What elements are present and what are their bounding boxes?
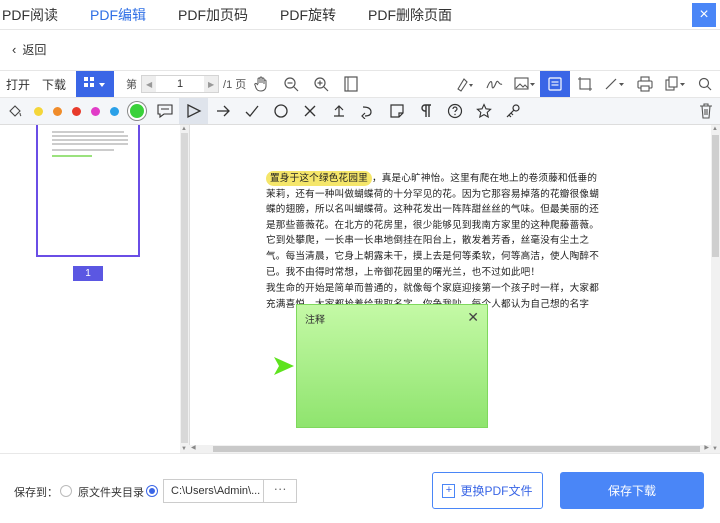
search-icon[interactable]: [690, 71, 720, 97]
sidebar-scrollbar[interactable]: ▲ ▼: [180, 125, 189, 453]
prev-page-icon[interactable]: ◀: [142, 76, 157, 92]
open-button[interactable]: 打开: [0, 76, 36, 93]
signature-icon[interactable]: [480, 71, 510, 97]
tab-pdf-page-number[interactable]: PDF加页码: [162, 0, 264, 30]
note-title: 注释: [305, 315, 325, 326]
close-icon[interactable]: ×: [692, 3, 716, 27]
color-red[interactable]: [72, 106, 81, 116]
fit-page-icon[interactable]: [336, 71, 366, 97]
main-toolbar: 打开 下载 第 ◀ 1 ▶ /1 页: [0, 70, 720, 98]
hand-tool-icon[interactable]: [246, 71, 276, 97]
color-green[interactable]: [130, 104, 144, 118]
paragraph-icon[interactable]: [411, 98, 440, 124]
copy-icon[interactable]: [660, 71, 690, 97]
scroll-left-icon[interactable]: ◀: [191, 444, 196, 451]
fill-bucket-icon[interactable]: [0, 98, 29, 124]
thumbnail-sidebar: 1: [0, 125, 180, 453]
document-scroll-thumb[interactable]: [712, 135, 719, 257]
cross-icon[interactable]: [295, 98, 324, 124]
back-label: 返回: [22, 42, 47, 57]
zoom-out-icon[interactable]: [276, 71, 306, 97]
swap-pdf-button[interactable]: + 更换PDF文件: [432, 472, 543, 509]
grid-icon: [84, 77, 106, 87]
insert-text-icon[interactable]: [324, 98, 353, 124]
annotation-tool-icon[interactable]: [540, 71, 570, 97]
pen-tool-icon[interactable]: [450, 71, 480, 97]
page-thumbnail[interactable]: [36, 125, 140, 257]
save-download-button[interactable]: 保存下载: [560, 472, 704, 509]
print-icon[interactable]: [630, 71, 660, 97]
scroll-up-icon[interactable]: ▲: [181, 126, 187, 132]
download-button[interactable]: 下载: [36, 76, 72, 93]
color-blue[interactable]: [110, 106, 119, 116]
back-button[interactable]: ‹ 返回: [0, 38, 46, 60]
tab-pdf-edit[interactable]: PDF编辑: [74, 0, 162, 30]
thumbnail-grid-button[interactable]: [76, 71, 115, 97]
chevron-left-icon: ‹: [12, 41, 17, 57]
color-orange[interactable]: [53, 106, 62, 116]
tab-pdf-read[interactable]: PDF阅读: [0, 0, 74, 30]
annotation-toolbar: [0, 98, 720, 125]
save-path-text: C:\Users\Admin\...: [171, 485, 261, 497]
scroll-down-icon[interactable]: ▼: [712, 446, 718, 452]
arrow-right-icon[interactable]: [208, 98, 237, 124]
next-page-icon[interactable]: ▶: [204, 76, 219, 92]
color-yellow[interactable]: [34, 106, 43, 116]
arrow-annotation-icon[interactable]: [273, 355, 295, 377]
line-tool-icon[interactable]: [600, 71, 630, 97]
scroll-up-icon[interactable]: ▲: [712, 126, 718, 132]
comment-icon[interactable]: [150, 98, 179, 124]
sidebar-scroll-thumb[interactable]: [181, 133, 188, 443]
page-prefix: 第: [126, 79, 138, 91]
save-path-field[interactable]: C:\Users\Admin\... ···: [163, 479, 297, 503]
image-tool-icon[interactable]: [510, 71, 540, 97]
scroll-right-icon[interactable]: ▶: [704, 444, 709, 451]
star-icon[interactable]: [469, 98, 498, 124]
checkmark-icon[interactable]: [237, 98, 266, 124]
close-icon[interactable]: ✕: [467, 309, 479, 326]
replace-text-icon[interactable]: [353, 98, 382, 124]
custom-dir-radio[interactable]: [146, 485, 158, 497]
document-vertical-scrollbar[interactable]: ▲ ▼: [711, 125, 720, 453]
highlighted-text[interactable]: 置身于这个绿色花园里: [266, 171, 372, 186]
swap-pdf-label: 更换PDF文件: [460, 484, 533, 498]
paragraph-1-text: ，真是心旷神怡。这里有爬在地上的卷须藤和低垂的茉莉，还有一种叫做蝴蝶荷的十分罕见…: [266, 173, 599, 278]
paragraph-1: 置身于这个绿色花园里 ，真是心旷神怡。这里有爬在地上的卷须藤和低垂的茉莉，还有一种…: [266, 171, 604, 280]
color-magenta[interactable]: [91, 106, 100, 116]
page-number-input[interactable]: 1: [156, 78, 204, 90]
horizontal-scroll-thumb[interactable]: [213, 446, 700, 452]
save-to-label: 保存到：: [14, 487, 58, 499]
document-horizontal-scrollbar[interactable]: ◀ ▶: [189, 445, 711, 453]
help-icon[interactable]: [440, 98, 469, 124]
scroll-down-icon[interactable]: ▼: [181, 446, 187, 452]
bottom-bar: 保存到： 原文件夹目录 C:\Users\Admin\... ··· + 更换P…: [0, 453, 720, 523]
tab-pdf-rotate[interactable]: PDF旋转: [264, 0, 352, 30]
sticky-note-icon[interactable]: [382, 98, 411, 124]
triangle-arrow-icon[interactable]: [179, 98, 208, 124]
browse-button[interactable]: ···: [263, 480, 296, 502]
note-popup[interactable]: 注释 ✕: [296, 304, 488, 428]
page-number-badge: 1: [73, 266, 103, 281]
plus-file-icon: +: [442, 483, 456, 498]
tab-pdf-delete-pages[interactable]: PDF删除页面: [352, 0, 468, 30]
crop-icon[interactable]: [570, 71, 600, 97]
original-dir-label: 原文件夹目录: [78, 487, 144, 499]
tab-bar: PDF阅读 PDF编辑 PDF加页码 PDF旋转 PDF删除页面 ×: [0, 0, 720, 30]
trash-icon[interactable]: [691, 98, 720, 124]
original-dir-radio[interactable]: [60, 485, 72, 497]
zoom-in-icon[interactable]: [306, 71, 336, 97]
page-total: /1 页: [223, 79, 247, 91]
page-navigator: ◀ 1 ▶: [141, 75, 220, 93]
circle-icon[interactable]: [266, 98, 295, 124]
key-icon[interactable]: [498, 98, 527, 124]
